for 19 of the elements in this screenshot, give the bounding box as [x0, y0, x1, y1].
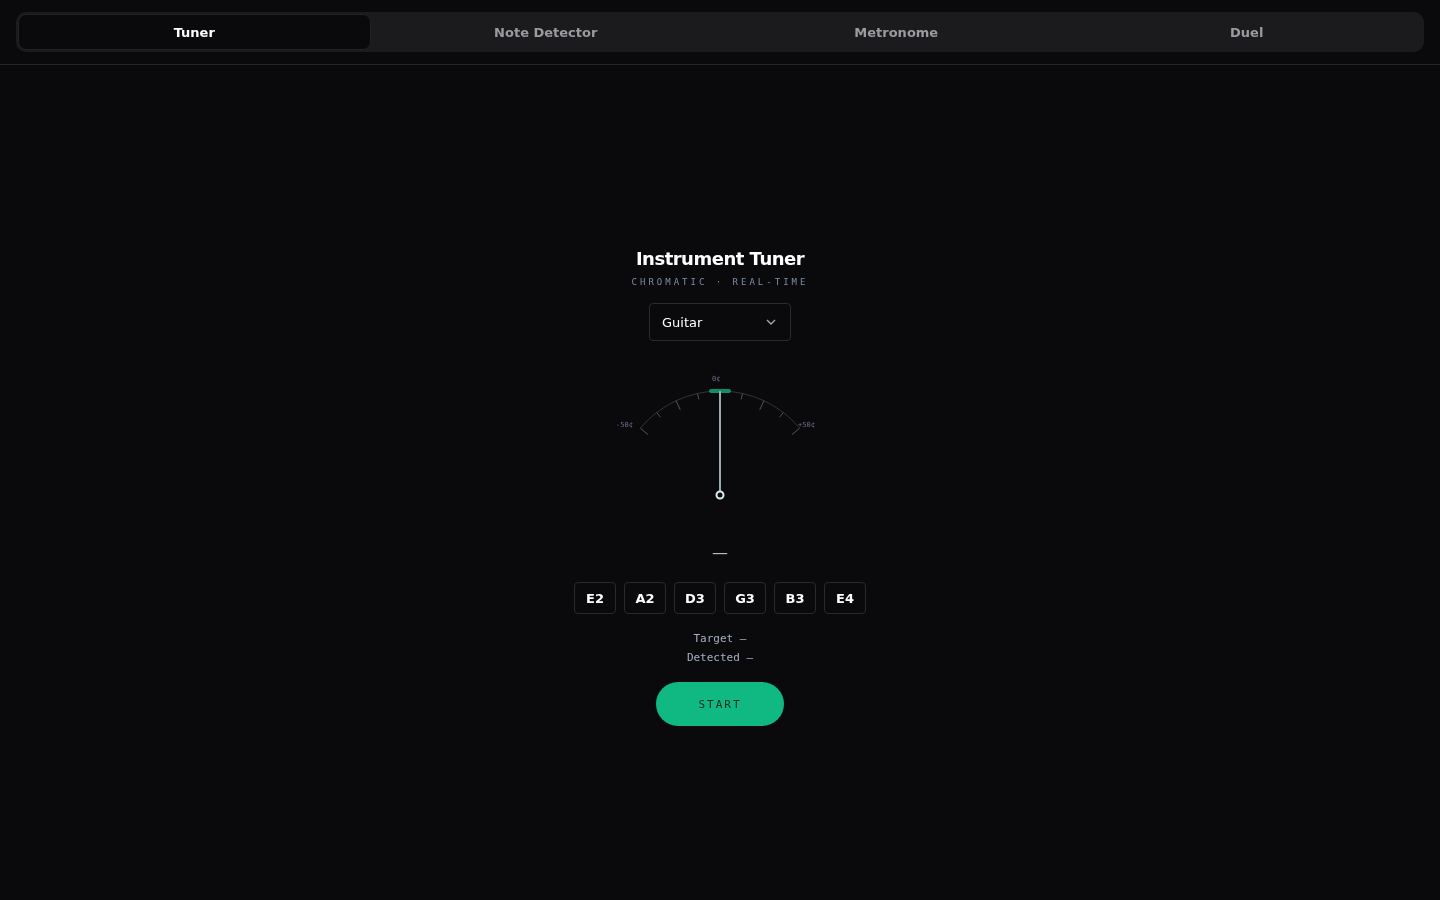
string-note-button[interactable]: B3 — [774, 582, 816, 614]
string-note-button[interactable]: A2 — [624, 582, 666, 614]
detected-readout: Detected — — [686, 651, 754, 664]
string-note-button[interactable]: G3 — [724, 582, 766, 614]
string-note-button[interactable]: E2 — [574, 582, 616, 614]
chevron-down-icon — [766, 319, 776, 325]
in-tune-zone — [709, 389, 731, 393]
target-readout: Target — — [693, 632, 747, 645]
tab[interactable]: Duel — [1071, 14, 1422, 50]
start-button[interactable]: START — [656, 682, 784, 726]
string-note-button[interactable]: E4 — [824, 582, 866, 614]
tab[interactable]: Metronome — [721, 14, 1072, 50]
tuner-title: Instrument Tuner — [635, 248, 805, 269]
instrument-select[interactable]: Guitar — [649, 303, 791, 341]
detected-note: — — [712, 543, 728, 562]
tuner-subtitle: CHROMATIC · REAL-TIME — [631, 277, 809, 287]
tab[interactable]: Note Detector — [370, 14, 721, 50]
tab[interactable]: Tuner — [18, 14, 371, 50]
string-note-button[interactable]: D3 — [674, 582, 716, 614]
